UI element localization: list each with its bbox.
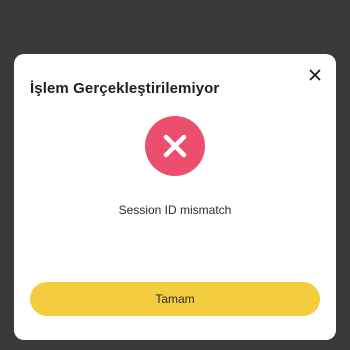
close-button[interactable] (306, 66, 324, 84)
error-message: Session ID mismatch (118, 203, 232, 217)
dialog-title: İşlem Gerçekleştirilemiyor (30, 80, 220, 97)
close-icon (309, 69, 321, 81)
ok-button[interactable]: Tamam (30, 282, 320, 316)
error-x-circle-icon (145, 116, 205, 176)
error-dialog: İşlem Gerçekleştirilemiyor Session ID mi… (14, 54, 336, 340)
